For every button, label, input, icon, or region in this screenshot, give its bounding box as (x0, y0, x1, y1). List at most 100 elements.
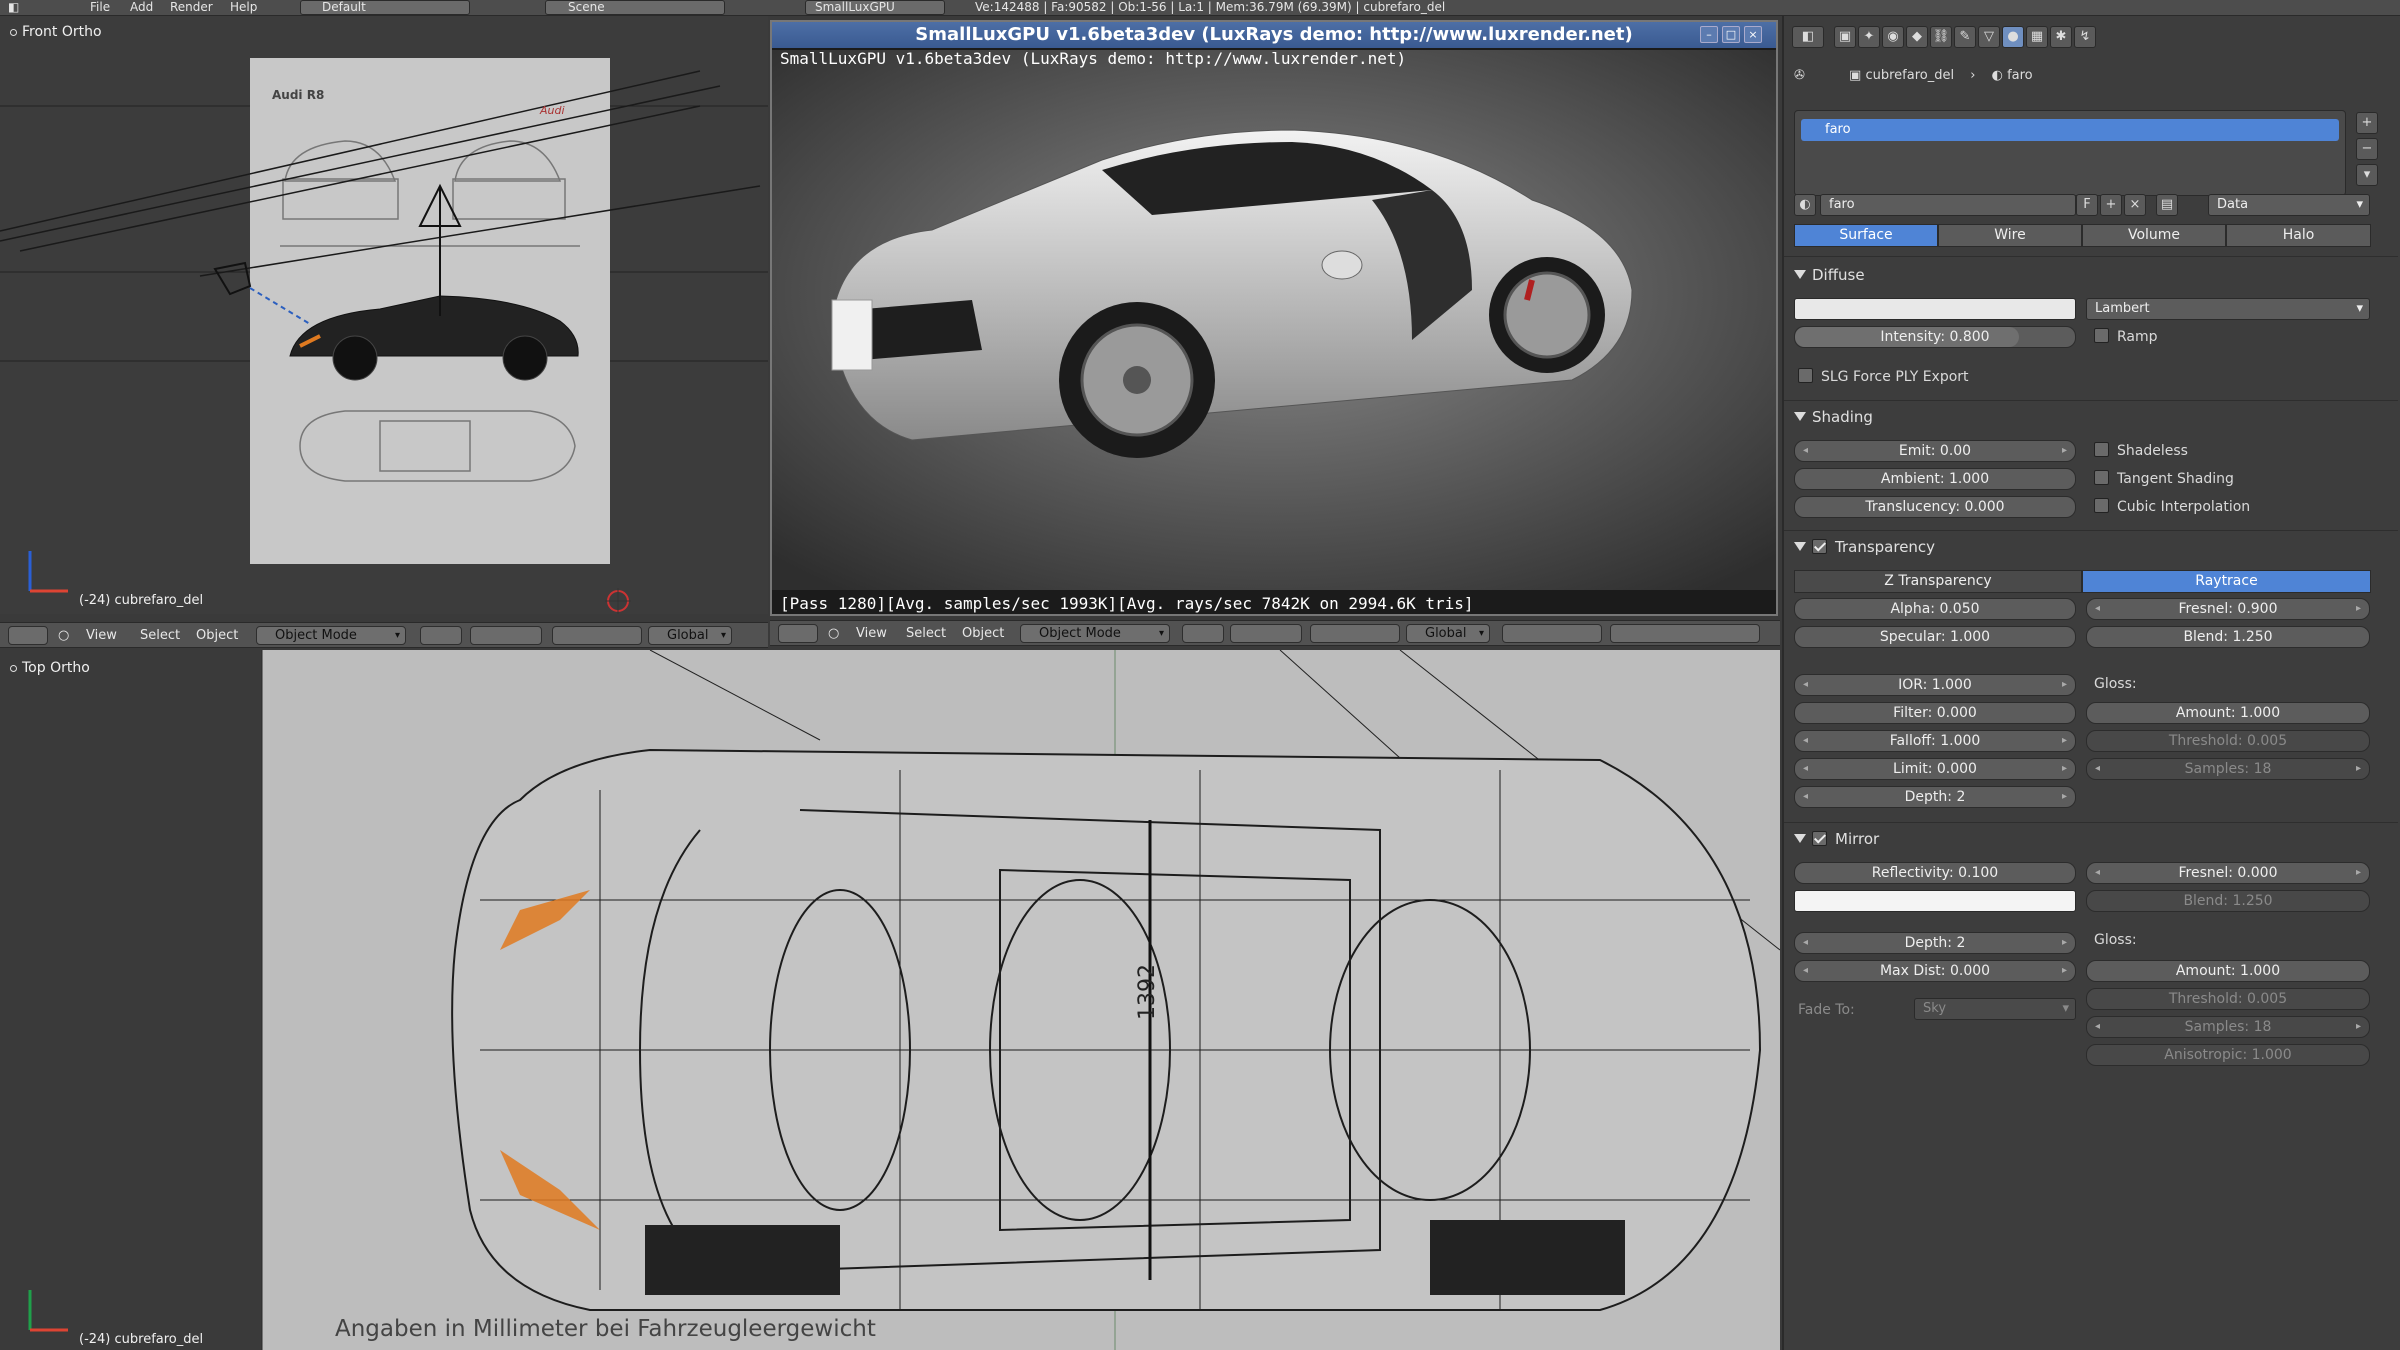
shading-button[interactable] (420, 626, 462, 645)
editor-type-icon[interactable]: ◧ (8, 0, 19, 14)
snap-buttons[interactable] (1610, 624, 1760, 643)
ambient-slider[interactable]: Ambient: 1.000 (1794, 468, 2076, 490)
material-name-field[interactable]: faro (1820, 194, 2076, 216)
menu-view[interactable]: View (856, 626, 887, 641)
material-slot-list[interactable]: faro (1794, 110, 2346, 196)
render-window-title[interactable]: SmallLuxGPU v1.6beta3dev (LuxRays demo: … (772, 22, 1776, 48)
orientation-selector[interactable]: Global ▾ (1406, 624, 1490, 643)
falloff-field[interactable]: ◂ Falloff: 1.000 ▸ (1794, 730, 2076, 752)
front-ortho-viewport[interactable]: Front Ortho (-24) cubrefaro_del Audi R8 … (0, 16, 768, 614)
z-transparency-button[interactable]: Z Transparency (1794, 570, 2082, 593)
tangent-shading-checkbox[interactable]: Tangent Shading (2094, 470, 2234, 487)
render-context-icon[interactable]: ▣ (1834, 26, 1856, 48)
mirror-depth-field[interactable]: ◂ Depth: 2 ▸ (1794, 932, 2076, 954)
filter-slider[interactable]: Filter: 0.000 (1794, 702, 2076, 724)
diffuse-shader-selector[interactable]: Lambert ▾ (2086, 298, 2370, 320)
fake-user-button[interactable]: F (2076, 194, 2098, 216)
emit-field[interactable]: ◂ Emit: 0.00 ▸ (1794, 440, 2076, 462)
manipulator-buttons[interactable] (552, 626, 642, 645)
alpha-slider[interactable]: Alpha: 0.050 (1794, 598, 2076, 620)
minimize-icon[interactable]: – (1700, 26, 1718, 43)
world-context-icon[interactable]: ◉ (1882, 26, 1904, 48)
mirror-gloss-threshold[interactable]: Threshold: 0.005 (2086, 988, 2370, 1010)
menu-help[interactable]: Help (230, 0, 257, 14)
pin-icon[interactable]: ✇ (1794, 68, 1805, 83)
specular-slider[interactable]: Specular: 1.000 (1794, 626, 2076, 648)
material-slot-row[interactable]: faro (1801, 119, 2339, 141)
data-context-icon[interactable]: ▽ (1978, 26, 2000, 48)
editor-type-button[interactable] (8, 626, 48, 645)
menu-select[interactable]: Select (906, 626, 946, 641)
menu-view[interactable]: View (86, 628, 117, 643)
collapse-icon[interactable]: ○ (828, 626, 839, 641)
link-selector[interactable]: Data ▾ (2208, 194, 2370, 216)
fresnel-field[interactable]: ◂ Fresnel: 0.900 ▸ (2086, 598, 2370, 620)
max-dist-field[interactable]: ◂ Max Dist: 0.000 ▸ (1794, 960, 2076, 982)
menu-render[interactable]: Render (170, 0, 213, 14)
shading-button[interactable] (1182, 624, 1224, 643)
slg-force-ply-checkbox[interactable]: SLG Force PLY Export (1798, 368, 1969, 385)
modifier-context-icon[interactable]: ✎ (1954, 26, 1976, 48)
transparency-gloss-samples[interactable]: ◂ Samples: 18 ▸ (2086, 758, 2370, 780)
transparency-gloss-amount[interactable]: Amount: 1.000 (2086, 702, 2370, 724)
diffuse-intensity-slider[interactable]: Intensity: 0.800 (1794, 326, 2076, 348)
mirror-gloss-samples[interactable]: ◂ Samples: 18 ▸ (2086, 1016, 2370, 1038)
manipulator-buttons[interactable] (1310, 624, 1400, 643)
layer-buttons[interactable] (1502, 624, 1602, 643)
mirror-color-swatch[interactable] (1794, 890, 2076, 912)
add-material-icon[interactable]: + (2100, 194, 2122, 216)
slot-menu-icon[interactable]: ▾ (2356, 164, 2378, 186)
render-window[interactable]: SmallLuxGPU v1.6beta3dev (LuxRays demo: … (770, 20, 1778, 616)
remove-slot-icon[interactable]: − (2356, 138, 2378, 160)
unlink-material-icon[interactable]: × (2124, 194, 2146, 216)
menu-select[interactable]: Select (140, 628, 180, 643)
physics-context-icon[interactable]: ↯ (2074, 26, 2096, 48)
maximize-icon[interactable]: □ (1722, 26, 1740, 43)
mirror-blend-slider[interactable]: Blend: 1.250 (2086, 890, 2370, 912)
menu-file[interactable]: File (90, 0, 110, 14)
menu-add[interactable]: Add (130, 0, 153, 14)
pivot-button[interactable] (1230, 624, 1302, 643)
object-context-icon[interactable]: ◆ (1906, 26, 1928, 48)
menu-object[interactable]: Object (962, 626, 1004, 641)
pivot-button[interactable] (470, 626, 542, 645)
shadeless-checkbox[interactable]: Shadeless (2094, 442, 2188, 459)
tab-surface[interactable]: Surface (1794, 224, 1938, 247)
close-icon[interactable]: × (1744, 26, 1762, 43)
top-ortho-viewport[interactable]: Top Ortho (-24) cubrefaro_del Angaben in… (0, 650, 1780, 1350)
scene-context-icon[interactable]: ✦ (1858, 26, 1880, 48)
fade-to-selector[interactable]: Sky ▾ (1914, 998, 2076, 1020)
mirror-fresnel-field[interactable]: ◂ Fresnel: 0.000 ▸ (2086, 862, 2370, 884)
mirror-anisotropic-slider[interactable]: Anisotropic: 1.000 (2086, 1044, 2370, 1066)
collapse-icon[interactable]: ○ (58, 628, 69, 643)
mode-selector[interactable]: Object Mode ▾ (256, 626, 406, 645)
breadcrumb-material[interactable]: faro (2007, 68, 2033, 83)
ramp-checkbox[interactable]: Ramp (2094, 328, 2158, 345)
diffuse-panel-header[interactable]: Diffuse (1794, 266, 1865, 284)
transparency-gloss-threshold[interactable]: Threshold: 0.005 (2086, 730, 2370, 752)
transparency-panel-header[interactable]: Transparency (1794, 538, 1935, 556)
menu-object[interactable]: Object (196, 628, 238, 643)
raytrace-button[interactable]: Raytrace (2082, 570, 2371, 593)
shading-panel-header[interactable]: Shading (1794, 408, 1873, 426)
editor-type-button[interactable] (778, 624, 818, 643)
breadcrumb-object[interactable]: cubrefaro_del (1865, 68, 1954, 83)
mirror-panel-header[interactable]: Mirror (1794, 830, 1879, 848)
constraint-context-icon[interactable]: ⛓ (1930, 26, 1952, 48)
mirror-gloss-amount[interactable]: Amount: 1.000 (2086, 960, 2370, 982)
node-icon[interactable]: ▤ (2156, 194, 2178, 216)
mode-selector[interactable]: Object Mode ▾ (1020, 624, 1170, 643)
material-browse-icon[interactable]: ◐ (1794, 194, 1816, 216)
limit-field[interactable]: ◂ Limit: 0.000 ▸ (1794, 758, 2076, 780)
tab-wire[interactable]: Wire (1938, 224, 2082, 247)
editor-type-icon[interactable]: ◧ (1792, 26, 1824, 48)
material-context-icon[interactable]: ● (2002, 26, 2024, 48)
ior-field[interactable]: ◂ IOR: 1.000 ▸ (1794, 674, 2076, 696)
particles-context-icon[interactable]: ✱ (2050, 26, 2072, 48)
reflectivity-slider[interactable]: Reflectivity: 0.100 (1794, 862, 2076, 884)
add-slot-icon[interactable]: + (2356, 112, 2378, 134)
transparency-depth-field[interactable]: ◂ Depth: 2 ▸ (1794, 786, 2076, 808)
texture-context-icon[interactable]: ▦ (2026, 26, 2048, 48)
translucency-slider[interactable]: Translucency: 0.000 (1794, 496, 2076, 518)
tab-volume[interactable]: Volume (2082, 224, 2226, 247)
